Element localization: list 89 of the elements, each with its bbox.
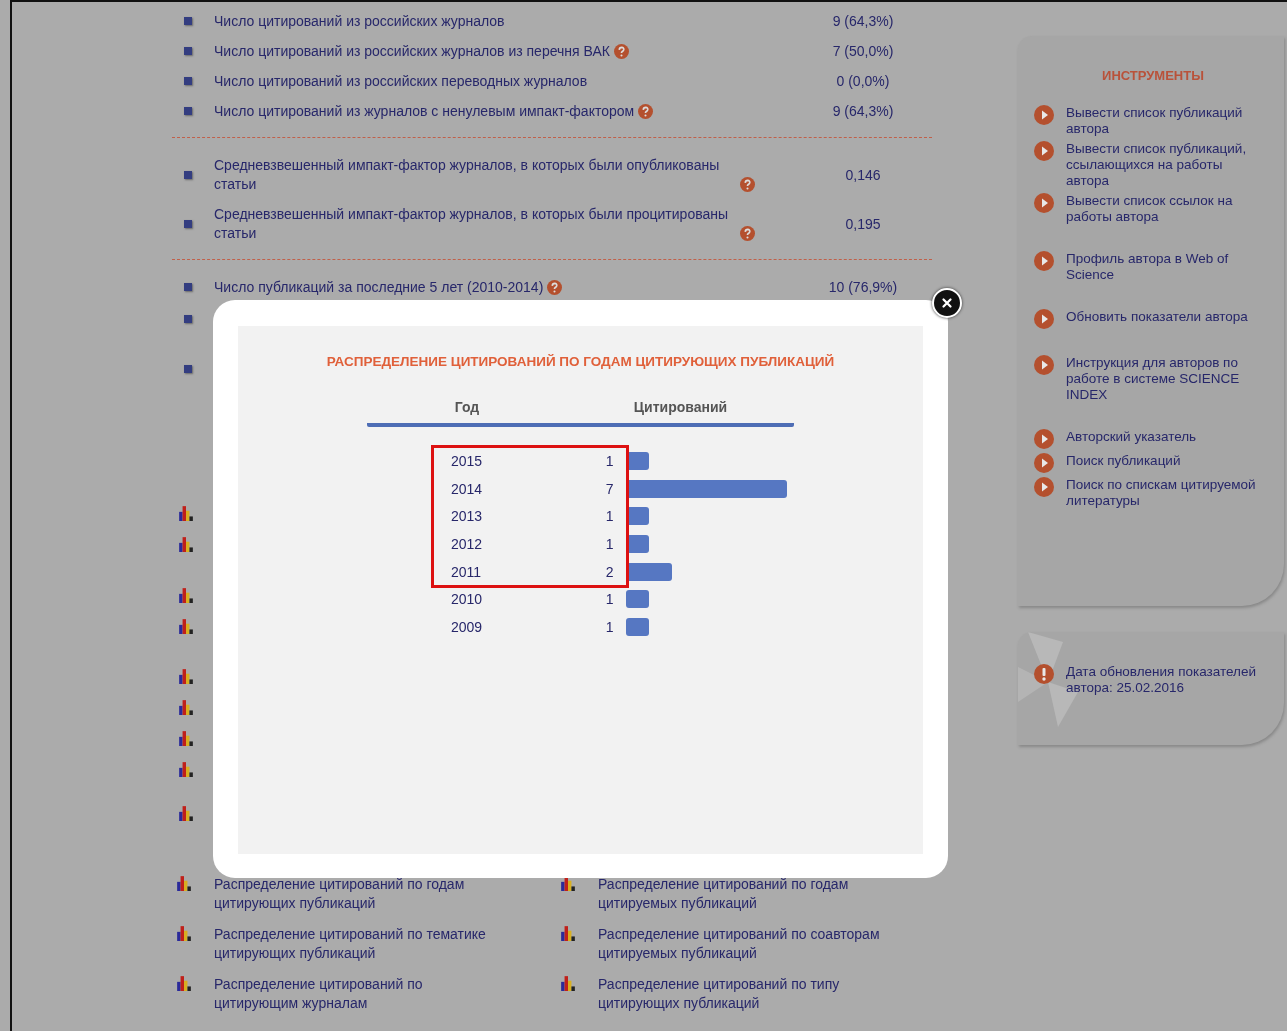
play-icon [1034, 141, 1054, 161]
tool-link[interactable]: Вывести список публикаций автора [1066, 105, 1262, 137]
bar-chart-icon[interactable] [178, 805, 194, 821]
warning-icon [1034, 664, 1054, 684]
bar-chart-icon[interactable] [178, 730, 194, 746]
bar-chart-icon [176, 875, 192, 891]
report-link[interactable]: Распределение цитирований по соавторам цитируемых публикаций [598, 925, 884, 963]
count-label: 1 [604, 591, 614, 608]
year-label: 2014 [451, 480, 484, 497]
count-label: 1 [604, 618, 614, 635]
play-icon [1034, 251, 1054, 271]
tool-link[interactable]: Поиск публикаций [1066, 453, 1181, 469]
tool-link[interactable]: Вывести список публикаций, ссылающихся на работы автора [1066, 141, 1262, 189]
year-label: 2012 [451, 535, 484, 552]
modal-title: РАСПРЕДЕЛЕНИЕ ЦИТИРОВАНИЙ ПО ГОДАМ ЦИТИРУЮЩИХ ПУБЛИКАЦИЙ [326, 354, 835, 369]
play-icon [1034, 309, 1054, 329]
tool-link[interactable]: Инструкция для авторов по работе в системе SCIENCE INDEX [1066, 355, 1262, 403]
stat-value: 10 (76,9%) [827, 279, 899, 295]
stat-label: Число цитирований из российских журналов из перечня ВАК [214, 41, 610, 61]
help-icon[interactable] [638, 103, 654, 119]
bullet-icon [184, 219, 192, 228]
tool-link[interactable]: Вывести список ссылок на работы автора [1066, 193, 1262, 225]
count-label: 1 [604, 452, 614, 469]
bar-chart-icon[interactable] [178, 761, 194, 777]
play-icon [1034, 355, 1054, 375]
count-label: 2 [604, 563, 614, 580]
play-icon [1034, 477, 1054, 497]
tool-link[interactable]: Профиль автора в Web of Science [1066, 251, 1262, 283]
stat-label: Средневзвешенный импакт-фактор журналов, в которых были опубликованы статьи [214, 155, 721, 194]
bar-chart-icon[interactable] [178, 505, 194, 521]
stat-value: 9 (64,3%) [831, 103, 895, 119]
stat-label: Число публикаций за последние 5 лет (2010-2014) [214, 277, 544, 297]
stat-value: 9 (64,3%) [831, 13, 895, 29]
tools-title: ИНСТРУМЕНТЫ [1101, 68, 1205, 83]
bar-chart-icon [560, 875, 576, 891]
bar-chart-icon[interactable] [178, 699, 194, 715]
stat-label: Число цитирований из российских переводных журналов [214, 71, 588, 91]
bullet-icon [184, 315, 192, 323]
bar-chart-icon[interactable] [178, 587, 194, 603]
report-link[interactable]: Распределение цитирований по годам цитирующих публикаций [214, 875, 500, 913]
year-label: 2015 [451, 452, 484, 469]
play-icon [1034, 429, 1054, 449]
play-icon [1034, 105, 1054, 125]
stat-value: 0,195 [844, 215, 882, 232]
bullet-icon [184, 365, 192, 373]
count-label: 7 [604, 480, 614, 497]
play-icon [1034, 193, 1054, 213]
report-link[interactable]: Распределение цитирований по тематике цитирующих публикаций [214, 925, 500, 963]
bar-chart-icon [176, 925, 192, 941]
help-icon[interactable] [613, 43, 629, 59]
bar-chart-icon [560, 925, 576, 941]
stat-label: Число цитирований из российских журналов [214, 11, 505, 31]
bullet-icon [184, 77, 192, 85]
bullet-icon [184, 170, 192, 179]
column-header: Год [453, 399, 481, 415]
stat-label: Средневзвешенный импакт-фактор журналов, в которых были процитированы статьи [214, 204, 730, 243]
stat-value: 7 (50,0%) [831, 43, 895, 59]
bar-chart-icon [176, 975, 192, 991]
bar-chart-icon[interactable] [178, 536, 194, 552]
year-label: 2011 [451, 563, 483, 580]
count-label: 1 [604, 535, 614, 552]
report-link[interactable]: Распределение цитирований по типу цитирующих публикаций [598, 975, 884, 1013]
bullet-icon [184, 107, 192, 115]
tool-link[interactable]: Авторский указатель [1066, 429, 1197, 445]
bar-chart-icon[interactable] [178, 618, 194, 634]
stat-value: 0 (0,0%) [835, 73, 891, 89]
bar-chart-icon [560, 975, 576, 991]
report-link[interactable]: Распределение цитирований по годам цитируемых публикаций [598, 875, 884, 913]
help-icon[interactable] [740, 225, 755, 241]
bar-chart-icon[interactable] [178, 668, 194, 684]
update-date-text: Дата обновления показателей автора: 25.02.2016 [1066, 664, 1257, 696]
year-label: 2009 [451, 618, 484, 635]
close-icon [940, 296, 954, 310]
bullet-icon [184, 17, 192, 25]
report-link[interactable]: Распределение цитирований по цитирующим журналам [214, 975, 500, 1013]
bullet-icon [184, 283, 192, 291]
bullet-icon [184, 47, 192, 55]
help-icon[interactable] [740, 176, 755, 192]
help-icon[interactable] [547, 279, 563, 295]
stat-value: 0,146 [844, 166, 882, 183]
stat-label: Число цитирований из журналов с ненулевым импакт-фактором [214, 101, 635, 121]
year-label: 2013 [451, 508, 484, 525]
count-label: 1 [604, 508, 614, 525]
play-icon [1034, 453, 1054, 473]
tool-link[interactable]: Обновить показатели автора [1066, 309, 1248, 325]
year-label: 2010 [451, 591, 484, 608]
tool-link[interactable]: Поиск по спискам цитируемой литературы [1066, 477, 1262, 509]
column-header: Цитирований [632, 399, 729, 415]
close-button[interactable] [932, 288, 962, 318]
